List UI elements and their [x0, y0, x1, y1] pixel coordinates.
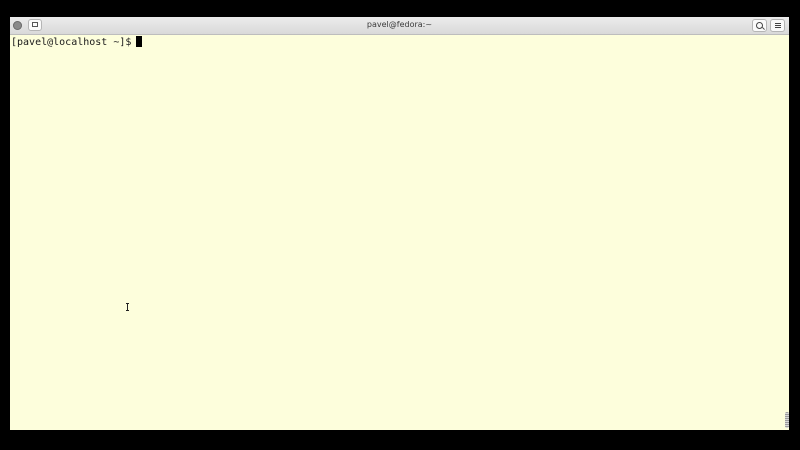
title-bar[interactable]: pavel@fedora:~: [10, 17, 789, 35]
menu-button[interactable]: [770, 19, 785, 32]
terminal-window: pavel@fedora:~ [pavel@localhost ~]$: [10, 17, 789, 430]
terminal-area[interactable]: [pavel@localhost ~]$: [10, 35, 785, 430]
hamburger-menu-icon: [775, 23, 781, 24]
search-icon: [756, 22, 763, 29]
search-button[interactable]: [752, 19, 767, 32]
shell-prompt: [pavel@localhost ~]$: [11, 37, 132, 48]
text-cursor: [136, 36, 143, 47]
scrollbar[interactable]: [785, 35, 789, 430]
window-title: pavel@fedora:~: [366, 20, 433, 29]
scrollbar-thumb[interactable]: [785, 412, 789, 428]
mouse-ibeam-cursor-icon: [126, 303, 129, 311]
prompt-line: [pavel@localhost ~]$: [11, 36, 143, 49]
